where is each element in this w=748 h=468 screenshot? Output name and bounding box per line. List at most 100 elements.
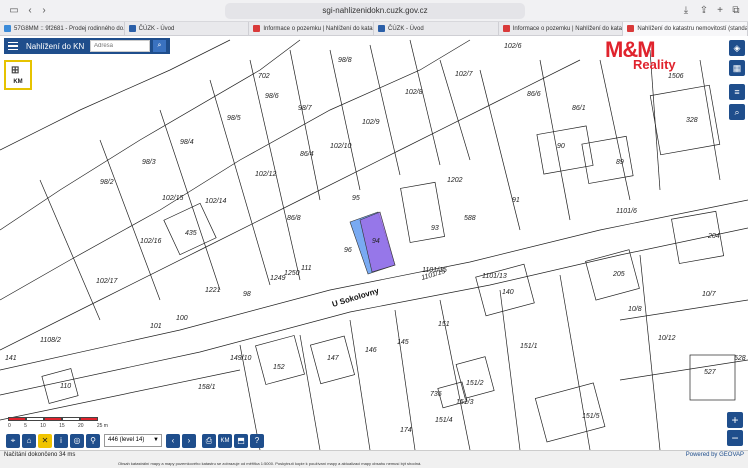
parcel-number-label[interactable]: 158/1: [198, 384, 216, 391]
parcel-number-label[interactable]: 205: [612, 271, 625, 278]
parcel-number-label[interactable]: 89: [616, 159, 624, 166]
tab-overview-icon[interactable]: ⧉: [730, 5, 742, 17]
address-search-input[interactable]: [90, 40, 150, 52]
parcel-number-label[interactable]: 102/10: [330, 143, 352, 150]
parcel-number-label[interactable]: 151/1: [520, 343, 538, 350]
parcel-number-label[interactable]: 140: [502, 289, 514, 296]
parcel-number-label[interactable]: 147: [327, 355, 340, 362]
target-icon[interactable]: ◎: [70, 434, 84, 448]
browser-tab[interactable]: 57G8MM :: 9f2681 - Prodej rodinného do..…: [0, 22, 125, 36]
parcel-number-label[interactable]: 86/1: [572, 105, 586, 112]
parcel-number-label[interactable]: 174: [400, 427, 412, 434]
parcel-number-label[interactable]: 328: [686, 117, 698, 124]
parcel-number-label[interactable]: 151: [438, 321, 450, 328]
parcel-number-label[interactable]: 1221: [205, 287, 221, 294]
new-tab-icon[interactable]: +: [714, 5, 726, 17]
km-layer-toggle[interactable]: ⊞ KM: [4, 60, 32, 90]
download-icon[interactable]: ⤓: [680, 5, 692, 17]
parcel-number-label[interactable]: 98/3: [142, 159, 156, 166]
parcel-number-label[interactable]: 141: [5, 355, 17, 362]
browser-tab[interactable]: ČÚZK - Úvod: [125, 22, 250, 36]
parcel-number-label[interactable]: 102/15: [162, 195, 184, 202]
parcel-number-label[interactable]: 98/2: [100, 179, 114, 186]
powered-by-text[interactable]: Powered by GEOVAP: [686, 452, 744, 458]
parcel-number-label[interactable]: 102/6: [504, 43, 522, 50]
next-view-icon[interactable]: ›: [182, 434, 196, 448]
zoom-out-button[interactable]: −: [727, 430, 743, 446]
search-tool-icon[interactable]: ⌕: [729, 104, 745, 120]
parcel-number-label[interactable]: 10/7: [702, 291, 717, 298]
parcel-number-label[interactable]: 86/4: [300, 151, 314, 158]
parcel-number-label[interactable]: 91: [512, 197, 520, 204]
parcel-number-label[interactable]: 102/16: [140, 238, 162, 245]
parcel-number-label[interactable]: 1249: [270, 275, 286, 282]
parcel-number-label[interactable]: 1250: [284, 270, 300, 277]
km-tool-icon[interactable]: KM: [218, 434, 232, 448]
parcel-number-label[interactable]: 98/4: [180, 139, 194, 146]
parcel-number-label[interactable]: 98/5: [227, 115, 241, 122]
parcel-number-label[interactable]: 149/10: [230, 355, 252, 362]
parcel-number-label[interactable]: 86/8: [287, 215, 301, 222]
parcel-number-label[interactable]: 152: [273, 364, 285, 371]
help-icon[interactable]: ?: [250, 434, 264, 448]
address-bar[interactable]: sgi-nahlizenidokn.cuzk.gov.cz: [225, 3, 525, 19]
parcel-number-label[interactable]: 151/5: [582, 413, 600, 420]
parcel-number-label[interactable]: 96: [344, 247, 352, 254]
cadastral-map[interactable]: 702 98/8 102/6 102/7 1506 98/6 98/7 102/8 86/6 86…: [0, 36, 748, 450]
pin-icon[interactable]: ⚲: [86, 434, 100, 448]
parcel-number-label[interactable]: 10/8: [628, 306, 642, 313]
browser-tab[interactable]: ČÚZK - Úvod: [374, 22, 499, 36]
parcel-number-label[interactable]: 102/7: [455, 71, 474, 78]
parcel-number-label[interactable]: 435: [185, 230, 197, 237]
print-icon[interactable]: ⎙: [202, 434, 216, 448]
layers-icon[interactable]: ◈: [729, 40, 745, 56]
info-icon[interactable]: i: [54, 434, 68, 448]
parcel-number-label[interactable]: 151/4: [435, 417, 453, 424]
parcel-number-label[interactable]: 736: [430, 391, 442, 398]
parcel-number-label[interactable]: 100: [176, 315, 188, 322]
parcel-number-label[interactable]: 1101/6: [616, 208, 637, 215]
parcel-number-label[interactable]: 95: [352, 195, 360, 202]
map-view-icon[interactable]: ▦: [729, 60, 745, 76]
parcel-number-label[interactable]: 94: [372, 238, 380, 245]
share-icon[interactable]: ⇪: [698, 5, 710, 17]
parcel-number-label[interactable]: 93: [431, 225, 439, 232]
parcel-number-label[interactable]: 1202: [447, 177, 463, 184]
parcel-number-label[interactable]: 98: [243, 291, 251, 298]
parcel-number-label[interactable]: 528: [734, 355, 746, 362]
parcel-number-label[interactable]: 102/14: [205, 198, 227, 205]
parcel-number-label[interactable]: 588: [464, 215, 476, 222]
measure-icon[interactable]: ⌖: [6, 434, 20, 448]
parcel-number-label[interactable]: 151/3: [456, 399, 474, 406]
parcel-number-label[interactable]: 98/7: [298, 105, 313, 112]
forward-icon[interactable]: ›: [38, 5, 50, 17]
parcel-number-label[interactable]: 110: [60, 383, 71, 390]
parcel-number-label[interactable]: 1101/13: [482, 273, 507, 280]
parcel-number-label[interactable]: 102/17: [96, 278, 119, 285]
parcel-number-label[interactable]: 111: [301, 265, 312, 272]
parcel-number-label[interactable]: 101: [150, 323, 162, 330]
prev-view-icon[interactable]: ‹: [166, 434, 180, 448]
bookmark-icon[interactable]: ⬒: [234, 434, 248, 448]
zoom-in-button[interactable]: +: [727, 412, 743, 428]
close-icon[interactable]: ✕: [38, 434, 52, 448]
browser-tab[interactable]: Informace o pozemku | Nahlížení do katas…: [499, 22, 624, 36]
back-icon[interactable]: ‹: [24, 5, 36, 17]
map-canvas[interactable]: 70298/8102/6102/7 150698/698/7102/8 86/686…: [0, 36, 748, 450]
search-icon[interactable]: ⌕: [153, 40, 166, 52]
browser-tab[interactable]: Nahlížení do katastru nemovitostí (stand…: [623, 22, 748, 36]
parcel-number-label[interactable]: 527: [704, 369, 717, 376]
parcel-number-label[interactable]: 1108/2: [40, 337, 61, 344]
parcel-number-label[interactable]: 702: [258, 73, 270, 80]
parcel-number-label[interactable]: 10/12: [658, 335, 676, 342]
sidebar-toggle-icon[interactable]: ▭: [8, 5, 20, 17]
parcel-number-label[interactable]: 204: [707, 233, 720, 240]
parcel-number-label[interactable]: 102/9: [362, 119, 380, 126]
legend-icon[interactable]: ≡: [729, 84, 745, 100]
parcel-number-label[interactable]: 102/8: [405, 89, 423, 96]
parcel-number-label[interactable]: 102/12: [255, 171, 277, 178]
parcel-number-label[interactable]: 145: [397, 339, 409, 346]
parcel-number-label[interactable]: 98/8: [338, 57, 352, 64]
menu-icon[interactable]: [6, 39, 20, 53]
zoom-level-select[interactable]: 446 (level 14) ▼: [104, 434, 162, 447]
